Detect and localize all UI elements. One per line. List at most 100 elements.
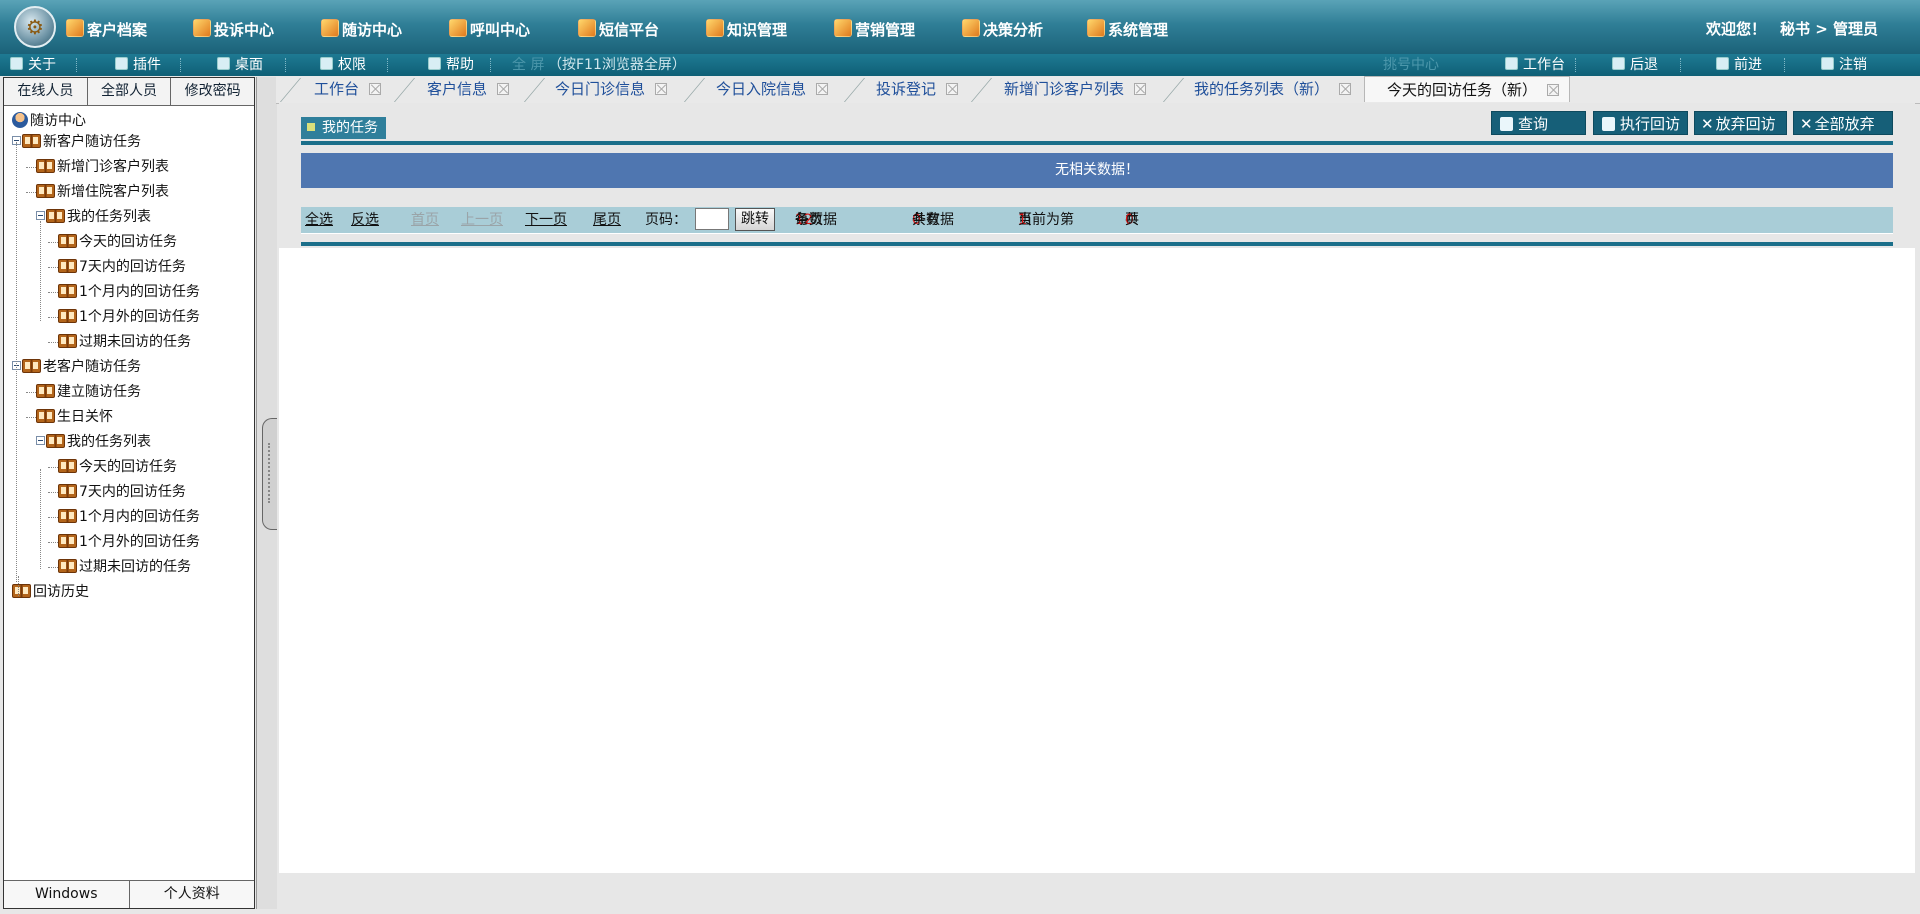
tab-change-password[interactable]: 修改密码 [171,78,255,105]
panel-splitter[interactable] [256,77,277,909]
tree-node[interactable]: 1个月内的回访任务 [48,506,200,528]
tab-online-users[interactable]: 在线人员 [4,78,88,105]
tab-all-users[interactable]: 全部人员 [87,78,172,105]
tab-divider [1162,78,1185,102]
tree-node[interactable]: 新增住院客户列表 [26,181,169,203]
tree-node[interactable]: 1个月外的回访任务 [48,306,200,328]
back-button[interactable]: 后退 [1612,54,1658,76]
nav-call-center[interactable]: 呼叫中心 [449,18,530,42]
tree-connector [48,567,58,568]
logout-button[interactable]: 注销 [1821,54,1867,76]
select-all-link[interactable]: 全选 [305,207,333,233]
tab-new-outpatient-list[interactable]: 新增门诊客户列表 [1004,76,1147,102]
desktop-button[interactable]: 桌面 [217,54,263,76]
toolbar-divider [180,58,182,72]
knowledge-icon [706,19,724,37]
tree-node[interactable]: 新客户随访任务 [12,131,141,153]
book-icon [58,284,77,298]
help-button[interactable]: 帮助 [428,54,474,76]
nav-complaint-center[interactable]: 投诉中心 [193,18,274,42]
tree-node[interactable]: 过期未回访的任务 [48,331,191,353]
nav-knowledge[interactable]: 知识管理 [706,18,787,42]
close-icon[interactable] [1547,84,1560,96]
tree-node[interactable]: 今天的回访任务 [48,456,177,478]
close-icon[interactable] [1134,83,1147,95]
tree-connector [48,242,58,243]
next-page-link[interactable]: 下一页 [525,207,567,233]
tab-windows[interactable]: Windows [4,881,130,908]
book-icon [46,434,65,448]
nav-customer-archive[interactable]: 客户档案 [66,18,147,42]
execute-followup-button[interactable]: 执行回访 [1593,111,1688,135]
nav-followup-center[interactable]: 随访中心 [321,18,402,42]
tree-connector [18,576,19,596]
collapse-handle[interactable] [262,418,277,530]
tree-node[interactable]: 1个月内的回访任务 [48,281,200,303]
collapse-toggle-icon[interactable] [36,436,45,445]
tab-today-admission[interactable]: 今日入院信息 [716,76,829,102]
tab-divider [683,78,706,102]
tab-workbench[interactable]: 工作台 [314,76,382,102]
close-icon[interactable] [816,83,829,95]
close-icon[interactable] [1339,83,1352,95]
pagination-bar: 全选 反选 首页 上一页 下一页 尾页 页码： 跳转 每页 12 条数据 共有 0 条数… [301,207,1893,234]
forward-button[interactable]: 前进 [1716,54,1762,76]
close-icon[interactable] [497,83,510,95]
left-panel: 在线人员 全部人员 修改密码 随访中心 新客户随访任务新增门诊客户列表 新增住院客… [3,77,255,909]
tree-connector [26,392,36,393]
collapse-toggle-icon[interactable] [36,211,45,220]
tree-node[interactable]: 我的任务列表 [36,206,151,228]
tree-node[interactable]: 过期未回访的任务 [48,556,191,578]
tree-node[interactable]: 建立随访任务 [26,381,141,403]
marketing-icon [834,19,852,37]
abandon-followup-button[interactable]: ✕ 放弃回访 [1694,111,1787,135]
tab-today-outpatient[interactable]: 今日门诊信息 [555,76,668,102]
nav-decision-analysis[interactable]: 决策分析 [962,18,1043,42]
task-header: 我的任务 查询 执行回访 ✕ 放弃回访 ✕ 全部放弃 [301,111,1893,145]
book-icon [36,384,55,398]
close-icon[interactable] [946,83,959,95]
phone-icon [449,19,467,37]
tree-connector [48,317,58,318]
invert-select-link[interactable]: 反选 [351,207,379,233]
tree-root[interactable]: 随访中心 [12,110,86,132]
tree-node[interactable]: 7天内的回访任务 [48,256,186,278]
close-icon[interactable] [655,83,668,95]
abandon-all-button[interactable]: ✕ 全部放弃 [1793,111,1893,135]
toolbar-divider [490,58,492,72]
tree-node[interactable]: 我的任务列表 [36,431,151,453]
tree-connector [48,542,58,543]
workbench-button[interactable]: 工作台 [1505,54,1565,76]
archive-icon [66,19,84,37]
book-icon [58,259,77,273]
nav-marketing[interactable]: 营销管理 [834,18,915,42]
tree-node[interactable]: 7天内的回访任务 [48,481,186,503]
tab-divider [279,78,302,102]
toolbar-divider [285,58,287,72]
tree-node[interactable]: 1个月外的回访任务 [48,531,200,553]
tree-node[interactable]: 新增门诊客户列表 [26,156,169,178]
tab-customer-info[interactable]: 客户信息 [427,76,510,102]
tree-node[interactable]: 生日关怀 [26,406,113,428]
permission-button[interactable]: 权限 [320,54,366,76]
plugin-button[interactable]: 插件 [115,54,161,76]
last-page-link[interactable]: 尾页 [593,207,621,233]
fullscreen-button[interactable]: 全 屏 [512,54,544,76]
tab-my-task-list[interactable]: 我的任务列表（新） [1194,76,1352,102]
tab-personal-info[interactable]: 个人资料 [129,881,254,908]
page-number-input[interactable] [695,208,729,230]
query-button[interactable]: 查询 [1491,111,1586,135]
tree-node[interactable]: 老客户随访任务 [12,356,141,378]
nav-sms-platform[interactable]: 短信平台 [578,18,659,42]
tree-node[interactable]: 今天的回访任务 [48,231,177,253]
tree-node[interactable]: 回访历史 [12,581,89,603]
close-icon[interactable] [369,83,382,95]
nav-system-management[interactable]: 系统管理 [1087,18,1168,42]
jump-button[interactable]: 跳转 [735,208,775,231]
tab-complaint-register[interactable]: 投诉登记 [876,76,959,102]
desktop-icon [217,57,230,70]
settings-icon [1087,19,1105,37]
tab-today-followup-active[interactable]: 今天的回访任务（新） [1364,76,1571,102]
book-icon [36,184,55,198]
about-button[interactable]: 关于 [10,54,56,76]
